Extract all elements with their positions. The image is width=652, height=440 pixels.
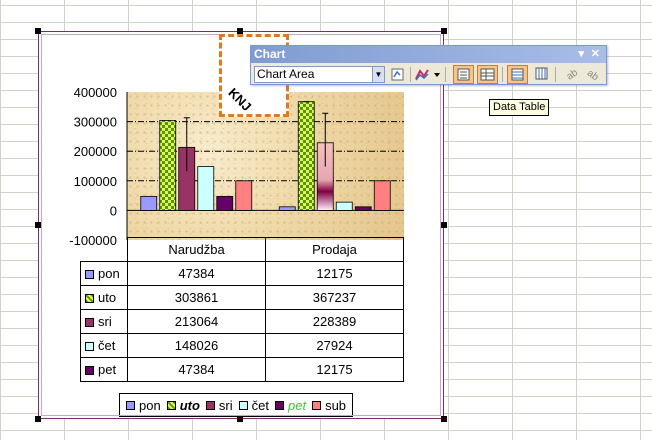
bar-uto-Narudžba[interactable] <box>159 120 177 211</box>
legend-key-sri <box>85 318 94 327</box>
bar-uto-Prodaja[interactable] <box>297 101 315 211</box>
table-cell: 228389 <box>265 309 404 334</box>
legend-key-pon <box>126 400 135 410</box>
legend-key-pet <box>85 366 94 375</box>
toolbar-titlebar[interactable]: Chart ▾ ✕ <box>251 46 606 63</box>
y-tick-label: 200000 <box>74 144 117 159</box>
table-header-cell: Narudžba <box>127 237 266 262</box>
legend-label: pet <box>287 397 307 413</box>
table-cell: 12175 <box>265 357 404 382</box>
table-cell: 47384 <box>127 261 266 286</box>
selected-title-text[interactable]: KNJ <box>225 85 254 114</box>
legend-key-pon <box>85 270 94 279</box>
bar-pon-Narudžba[interactable] <box>140 195 158 211</box>
legend-label: čet <box>251 397 269 413</box>
table-header-cell: Prodaja <box>265 237 404 262</box>
legend-key-cet <box>238 400 248 410</box>
legend-key-sri <box>205 400 215 410</box>
table-cell: 27924 <box>265 333 404 358</box>
table-row: pon 47384 12175 <box>80 261 404 286</box>
data-table[interactable]: Narudžba Prodaja pon 47384 12175 uto 303… <box>80 237 404 382</box>
legend-key-cet <box>85 342 94 351</box>
svg-text:ab: ab <box>585 68 601 84</box>
legend-icon[interactable] <box>453 65 474 84</box>
table-row: čet 148026 27924 <box>80 333 404 358</box>
table-cell: 12175 <box>265 261 404 286</box>
table-cell: 148026 <box>127 333 266 358</box>
bar-sub-Prodaja[interactable] <box>373 180 391 211</box>
angle-text-upward-icon[interactable]: ab <box>583 65 604 84</box>
legend-label: sri <box>218 397 233 413</box>
format-chart-area-icon[interactable] <box>387 65 408 84</box>
toolbar-title: Chart <box>254 47 286 61</box>
toolbar-menu-icon[interactable]: ▾ <box>578 46 584 63</box>
table-row: sri 213064 228389 <box>80 309 404 334</box>
bar-sub-Narudžba[interactable] <box>235 180 253 211</box>
row-label: uto <box>98 290 117 305</box>
row-label: pet <box>98 362 117 377</box>
legend-key-pet <box>274 400 284 410</box>
table-row: pet 47384 12175 <box>80 357 404 382</box>
data-table-icon[interactable] <box>477 65 498 84</box>
row-label: sri <box>98 314 112 329</box>
legend-key-sub <box>312 400 322 410</box>
bar-pon-Prodaja[interactable] <box>278 206 296 211</box>
y-tick-label: 0 <box>110 203 117 218</box>
chevron-down-icon[interactable]: ▼ <box>372 67 384 82</box>
legend-label: sub <box>325 397 347 413</box>
bar-čet-Narudžba[interactable] <box>197 166 215 211</box>
row-label: čet <box>98 338 116 353</box>
y-tick-label: 400000 <box>74 85 117 100</box>
legend-label: pon <box>139 397 161 413</box>
close-icon[interactable]: ✕ <box>591 46 600 63</box>
table-row: uto 303861 367237 <box>80 285 404 310</box>
by-row-icon[interactable] <box>507 65 528 84</box>
y-tick-label: 100000 <box>74 174 117 189</box>
table-cell: 303861 <box>127 285 266 310</box>
chart-legend[interactable]: pon uto sri čet pet sub <box>119 393 354 417</box>
bar-čet-Prodaja[interactable] <box>335 201 353 211</box>
bar-pet-Prodaja[interactable] <box>354 206 372 211</box>
legend-key-uto <box>85 294 94 303</box>
row-label: pon <box>98 266 120 281</box>
svg-text:ab: ab <box>565 67 581 83</box>
chart-objects-value: Chart Area <box>257 67 315 81</box>
chart-objects-select[interactable]: Chart Area ▼ <box>254 66 385 83</box>
angle-text-downward-icon[interactable]: ab <box>561 65 582 84</box>
legend-label: uto <box>179 397 200 413</box>
chart-type-icon[interactable] <box>413 65 443 84</box>
table-cell: 367237 <box>265 285 404 310</box>
table-cell: 213064 <box>127 309 266 334</box>
legend-key-uto <box>166 400 176 410</box>
by-column-icon[interactable] <box>531 65 552 84</box>
tooltip: Data Table <box>489 99 550 116</box>
bar-pet-Narudžba[interactable] <box>216 195 234 211</box>
chart-toolbar[interactable]: Chart ▾ ✕ Chart Area ▼ ab ab <box>250 45 607 85</box>
table-cell: 47384 <box>127 357 266 382</box>
y-tick-label: 300000 <box>74 115 117 130</box>
